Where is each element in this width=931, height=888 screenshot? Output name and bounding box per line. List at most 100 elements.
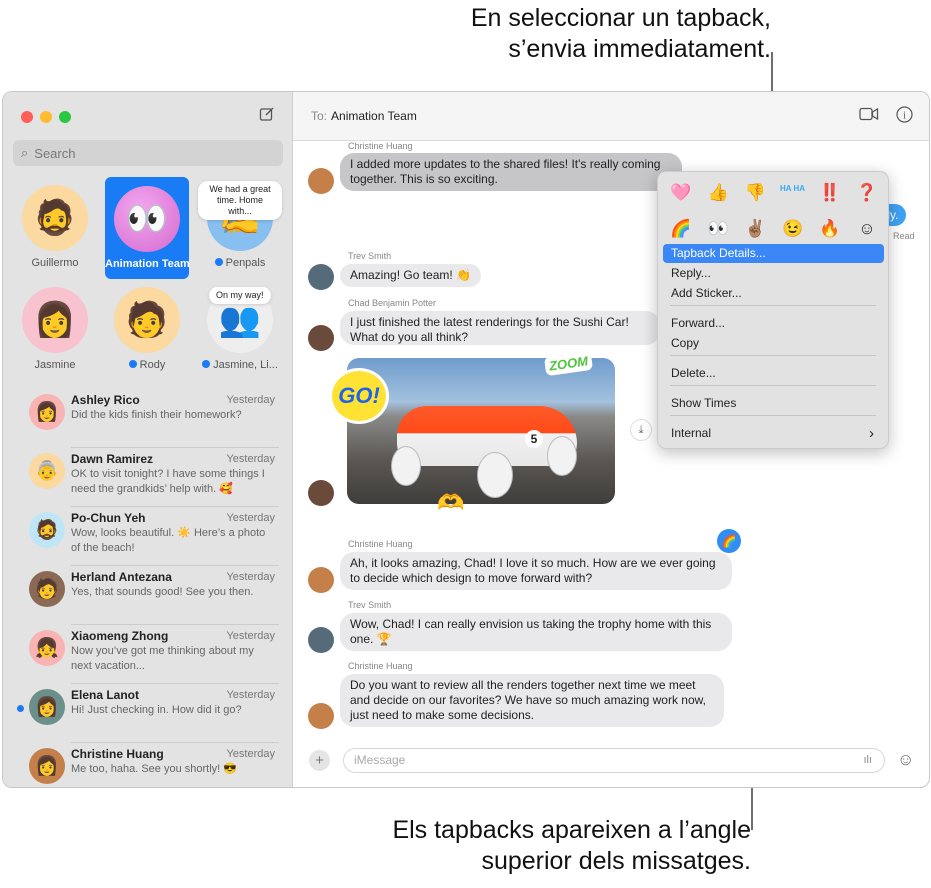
pinned-jasmine[interactable]: 👩 Jasmine — [13, 287, 97, 371]
car-render-image[interactable]: 5 — [347, 358, 615, 504]
search-placeholder: Search — [34, 145, 76, 161]
tapback-question-icon[interactable]: ❓ — [852, 182, 882, 204]
car-wheel — [477, 452, 513, 498]
menu-item-forward[interactable]: Forward... — [663, 314, 884, 333]
callout-top: En seleccionar un tapback, s’envia immedi… — [471, 3, 771, 65]
message-bubble[interactable]: Do you want to review all the renders to… — [340, 674, 724, 727]
compose-icon[interactable] — [259, 106, 277, 124]
conversation-item[interactable]: 👩 Ashley Rico Yesterday Did the kids finish… — [3, 388, 293, 447]
message-preview: Hi! Just checking in. How did it go? — [71, 704, 242, 716]
unread-dot — [202, 360, 211, 368]
chat-header: To: Animation Team i — [293, 92, 929, 141]
emoji-picker-icon[interactable]: ☺ — [897, 750, 914, 770]
tapback-eyes-icon[interactable]: 👀 — [703, 218, 733, 240]
pinned-guillermo[interactable]: 🧔 Guillermo — [13, 185, 97, 269]
pinned-label: Jasmine — [34, 359, 76, 371]
sender-name: Christine Huang — [348, 141, 413, 151]
divider — [71, 447, 279, 448]
avatar: 👩 — [22, 287, 88, 353]
conversation-item[interactable]: 👩 Elena Lanot Yesterday Hi! Just checking i… — [3, 683, 293, 742]
svg-text:i: i — [903, 111, 906, 122]
unread-dot — [17, 705, 24, 712]
menu-item-add-sticker[interactable]: Add Sticker... — [663, 284, 884, 303]
message-bubble[interactable]: Wow, Chad! I can really envision us taki… — [340, 613, 732, 651]
avatar: 🧔 — [29, 512, 65, 548]
pinned-preview-tip: On my way! — [209, 287, 271, 304]
menu-item-show-times[interactable]: Show Times — [663, 394, 884, 413]
menu-item-tapback-details[interactable]: Tapback Details... — [663, 244, 884, 263]
info-icon[interactable]: i — [896, 106, 913, 128]
timestamp: Yesterday — [226, 453, 275, 465]
menu-item-copy[interactable]: Copy — [663, 334, 884, 353]
avatar-trev — [308, 627, 334, 653]
divider — [71, 683, 279, 684]
tapback-thumbs-up-icon[interactable]: 👍 — [703, 182, 733, 204]
recipient-field[interactable]: To: Animation Team — [311, 109, 417, 123]
traffic-lights — [21, 111, 71, 123]
close-button[interactable] — [21, 111, 33, 123]
conversation-item[interactable]: 🧔 Po-Chun Yeh Yesterday Wow, looks beautifu… — [3, 506, 293, 565]
pinned-animation-team[interactable]: 👀 Animation Team — [105, 177, 190, 279]
conversation-item[interactable]: 👵 Dawn Ramirez Yesterday OK to visit tonigh… — [3, 447, 293, 506]
tapback-smile-icon[interactable]: ☺ — [852, 218, 882, 240]
pinned-label: Jasmine, Li... — [198, 359, 282, 371]
conversation-item[interactable]: 🧑 Herland Antezana Yesterday Yes, that soun… — [3, 565, 293, 624]
video-call-icon[interactable] — [859, 106, 879, 126]
sticker-go[interactable]: GO! — [329, 368, 389, 424]
avatar-emoji: 👧 — [35, 638, 59, 659]
timestamp: Yesterday — [226, 571, 275, 583]
unread-dot — [128, 360, 137, 368]
pinned-label: Rody — [105, 359, 189, 371]
menu-item-reply[interactable]: Reply... — [663, 264, 884, 283]
pinned-name: Jasmine, Li... — [213, 359, 278, 371]
tapback-wink-icon[interactable]: 😉 — [778, 218, 808, 240]
pinned-rody[interactable]: 🧑 Rody — [105, 287, 189, 371]
car-number: 5 — [525, 430, 543, 448]
minimize-button[interactable] — [40, 111, 52, 123]
message-bubble[interactable]: I added more updates to the shared files… — [340, 153, 682, 191]
avatar: 🧔 — [22, 185, 88, 251]
tapback-heart-icon[interactable]: 🩷 — [666, 182, 696, 204]
search-input[interactable]: ⌕ Search — [13, 140, 283, 166]
message-bubble[interactable]: I just finished the latest renderings fo… — [340, 311, 660, 345]
contact-name: Elena Lanot — [71, 688, 140, 702]
rainbow-icon: 🌈 — [721, 534, 737, 548]
divider — [71, 624, 279, 625]
pinned-name: Penpals — [225, 257, 266, 269]
tapback-badge[interactable]: 🌈 — [717, 529, 741, 553]
pinned-label: Guillermo — [31, 257, 79, 269]
conversation-item[interactable]: 👩 Christine Huang Yesterday Me too, haha. S… — [3, 742, 293, 787]
callout-bottom: Els tapbacks apareixen a l’angle superior… — [392, 815, 751, 877]
unread-dot — [214, 258, 223, 266]
contact-name: Christine Huang — [71, 747, 164, 761]
tapback-peace-icon[interactable]: ✌🏽 — [740, 218, 770, 240]
contact-name: Xiaomeng Zhong — [71, 629, 169, 643]
avatar-trev — [308, 264, 334, 290]
conversation-item[interactable]: 👧 Xiaomeng Zhong Yesterday Now you’ve got m… — [3, 624, 293, 683]
message-preview: Me too, haha. See you shortly! 😎 — [71, 763, 237, 775]
tapback-rainbow-icon[interactable]: 🌈 — [666, 218, 696, 240]
tapback-haha-icon[interactable]: HA HA — [778, 182, 808, 204]
message-bubble[interactable]: Amazing! Go team! 👏 — [340, 264, 481, 287]
apps-plus-button[interactable]: + — [309, 750, 330, 771]
menu-item-internal[interactable]: Internal › — [663, 424, 884, 443]
tapback-thumbs-down-icon[interactable]: 👎 — [740, 182, 770, 204]
timestamp: Yesterday — [226, 394, 275, 406]
avatar: 👧 — [29, 630, 65, 666]
avatar: 👩 — [29, 394, 65, 430]
tapback-exclamation-icon[interactable]: ‼️ — [815, 182, 845, 204]
tapback-fire-icon[interactable]: 🔥 — [815, 218, 845, 240]
sticker-heart-hands[interactable]: 🫶 — [437, 490, 464, 516]
tapback-row: 🌈 👀 ✌🏽 😉 🔥 ☺ — [666, 218, 882, 240]
message-bubble[interactable]: Ah, it looks amazing, Chad! I love it so… — [340, 552, 732, 590]
avatar: 👵 — [29, 453, 65, 489]
sender-name: Christine Huang — [348, 661, 413, 671]
menu-separator — [670, 415, 876, 416]
avatar-emoji: 🧔 — [35, 520, 59, 541]
audio-waveform-icon[interactable]: ılı — [863, 749, 872, 772]
sender-name: Trev Smith — [348, 251, 392, 261]
zoom-button[interactable] — [59, 111, 71, 123]
message-input[interactable]: iMessage ılı — [343, 748, 885, 773]
save-image-icon[interactable]: ⤓ — [630, 419, 652, 441]
menu-item-delete[interactable]: Delete... — [663, 364, 884, 383]
